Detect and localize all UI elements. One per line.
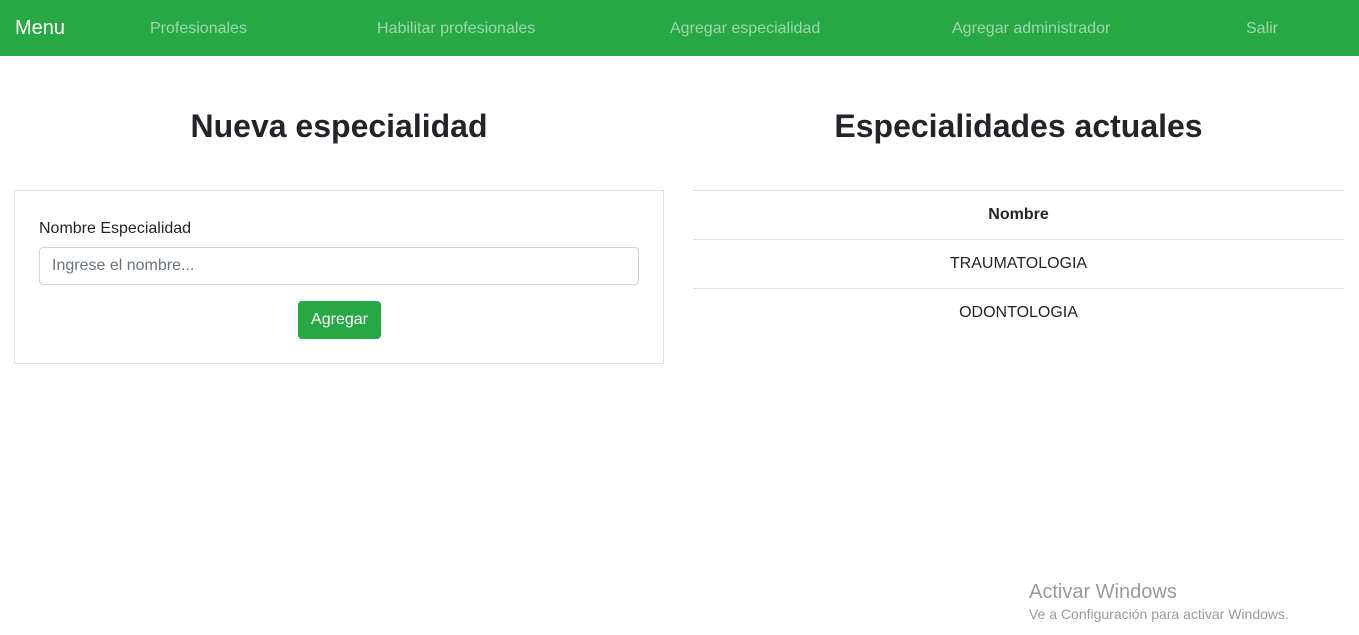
nav-link-agregar-especialidad[interactable]: Agregar especialidad (670, 19, 820, 39)
add-specialty-button[interactable]: Agregar (298, 301, 381, 339)
nav-link-salir[interactable]: Salir (1246, 19, 1278, 39)
specialties-table: Nombre TRAUMATOLOGIA ODONTOLOGIA (693, 190, 1344, 337)
table-row: ODONTOLOGIA (693, 288, 1344, 337)
new-specialty-title: Nueva especialidad (190, 108, 488, 144)
current-specialties-title: Especialidades actuales (834, 108, 1203, 144)
nav-link-habilitar-profesionales[interactable]: Habilitar profesionales (377, 19, 535, 39)
new-specialty-form: Nombre Especialidad Agregar (14, 190, 664, 364)
activate-windows-subtitle: Ve a Configuración para activar Windows. (1029, 606, 1289, 622)
top-navbar: Menu Profesionales Habilitar profesional… (0, 0, 1359, 56)
specialty-name-label: Nombre Especialidad (39, 220, 192, 237)
specialty-name-input[interactable] (39, 247, 639, 285)
table-row: TRAUMATOLOGIA (693, 239, 1344, 288)
nav-link-agregar-administrador[interactable]: Agregar administrador (952, 19, 1110, 39)
table-header-nombre: Nombre (693, 190, 1344, 239)
nav-link-profesionales[interactable]: Profesionales (150, 19, 247, 39)
activate-windows-title: Activar Windows (1029, 581, 1177, 603)
navbar-brand-menu[interactable]: Menu (15, 16, 65, 40)
